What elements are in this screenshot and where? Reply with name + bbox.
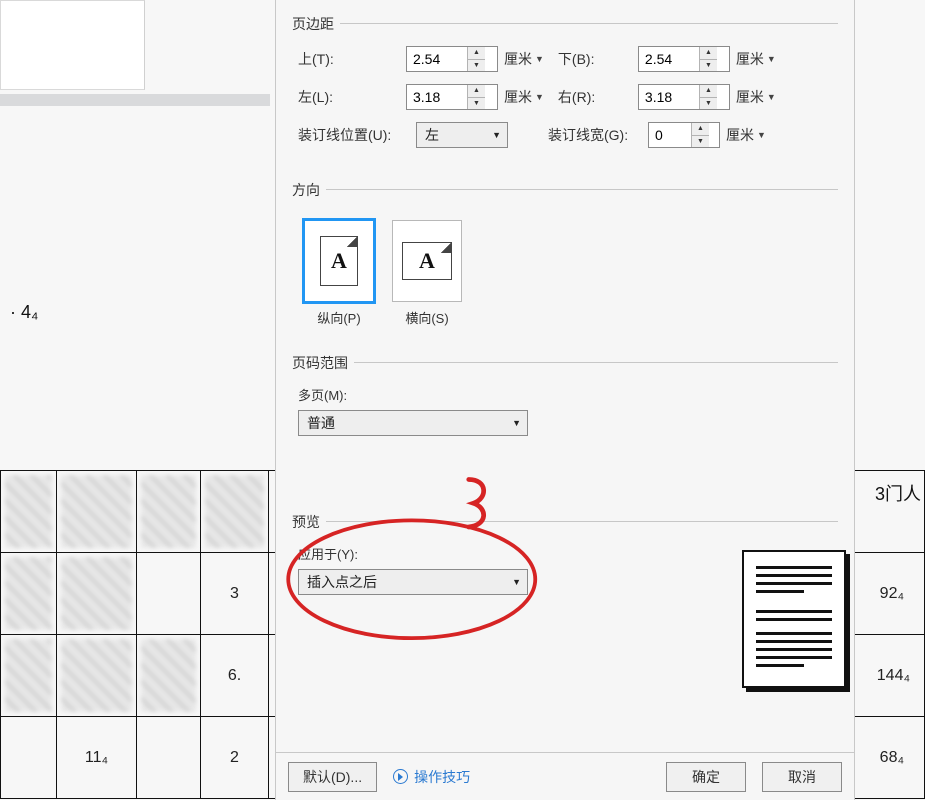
combo-value: 插入点之后: [307, 572, 377, 592]
spin-up-icon[interactable]: ▲: [468, 85, 485, 98]
bg-thumbnail: [0, 0, 145, 90]
spin-top[interactable]: ▲▼: [406, 46, 498, 72]
cell-value: 11₄: [57, 717, 137, 799]
tips-link[interactable]: 操作技巧: [393, 767, 470, 787]
label-gutter-pos: 装订线位置(U):: [298, 125, 416, 145]
label-multipage: 多页(M):: [298, 385, 832, 404]
legend-margins: 页边距: [292, 14, 340, 34]
label-left: 左(L):: [298, 87, 406, 107]
fieldset-orientation: 方向 A 纵向(P) A 横向(S): [292, 180, 838, 341]
combo-multipage[interactable]: 普通 ▼: [298, 410, 528, 436]
label-bottom: 下(B):: [558, 49, 638, 69]
spin-up-icon[interactable]: ▲: [700, 85, 717, 98]
label-top: 上(T):: [298, 49, 406, 69]
orientation-landscape[interactable]: A 横向(S): [392, 220, 462, 327]
combo-gutter-pos[interactable]: 左 ▼: [416, 122, 508, 148]
chevron-down-icon: ▼: [535, 54, 544, 64]
unit-dropdown[interactable]: 厘米▼: [736, 87, 776, 107]
spin-down-icon[interactable]: ▼: [692, 136, 709, 148]
play-circle-icon: [393, 769, 408, 784]
legend-orientation: 方向: [292, 180, 326, 200]
unit-dropdown[interactable]: 厘米▼: [504, 49, 544, 69]
combo-apply-to[interactable]: 插入点之后 ▼: [298, 569, 528, 595]
landscape-icon: A: [392, 220, 462, 302]
default-button[interactable]: 默认(D)...: [288, 762, 377, 792]
spin-down-icon[interactable]: ▼: [700, 60, 717, 72]
bg-divider-strip: [0, 94, 270, 106]
chevron-down-icon: ▼: [767, 92, 776, 102]
unit-dropdown[interactable]: 厘米▼: [726, 125, 766, 145]
chevron-down-icon: ▼: [492, 130, 501, 140]
orientation-portrait[interactable]: A 纵向(P): [304, 220, 374, 327]
spin-right[interactable]: ▲▼: [638, 84, 730, 110]
input-gutter-width[interactable]: [649, 123, 691, 147]
spin-bottom[interactable]: ▲▼: [638, 46, 730, 72]
legend-page-range: 页码范围: [292, 353, 354, 373]
unit-dropdown[interactable]: 厘米▼: [736, 49, 776, 69]
bg-side-text: · 4₄: [10, 302, 38, 323]
portrait-label: 纵向(P): [304, 308, 374, 327]
spin-down-icon[interactable]: ▼: [468, 98, 485, 110]
preview-thumbnail: [742, 550, 846, 688]
unit-dropdown[interactable]: 厘米▼: [504, 87, 544, 107]
chevron-down-icon: ▼: [512, 577, 521, 587]
fieldset-page-range: 页码范围 多页(M): 普通 ▼: [292, 353, 838, 444]
portrait-icon: A: [304, 220, 374, 302]
combo-value: 普通: [307, 413, 335, 433]
chevron-down-icon: ▼: [767, 54, 776, 64]
button-bar: 默认(D)... 操作技巧 确定 取消: [276, 752, 854, 800]
input-bottom[interactable]: [639, 47, 699, 71]
landscape-label: 横向(S): [392, 308, 462, 327]
input-left[interactable]: [407, 85, 467, 109]
cell-value: 6.: [201, 635, 269, 717]
cancel-button[interactable]: 取消: [762, 762, 842, 792]
spin-up-icon[interactable]: ▲: [692, 123, 709, 136]
cell-value: 2: [201, 717, 269, 799]
chevron-down-icon: ▼: [512, 418, 521, 428]
legend-preview: 预览: [292, 512, 326, 532]
chevron-down-icon: ▼: [535, 92, 544, 102]
spin-gutter-width[interactable]: ▲▼: [648, 122, 720, 148]
ok-button[interactable]: 确定: [666, 762, 746, 792]
cell-value: 3: [201, 553, 269, 635]
spin-down-icon[interactable]: ▼: [700, 98, 717, 110]
input-top[interactable]: [407, 47, 467, 71]
label-right: 右(R):: [558, 87, 638, 107]
label-gutter-width: 装订线宽(G):: [548, 125, 648, 145]
spin-down-icon[interactable]: ▼: [468, 60, 485, 72]
fieldset-margins: 页边距 上(T): ▲▼ 厘米▼ 下(B): ▲▼ 厘米▼ 左(L):: [292, 14, 838, 168]
combo-value: 左: [425, 125, 439, 145]
page-setup-dialog: 页边距 上(T): ▲▼ 厘米▼ 下(B): ▲▼ 厘米▼ 左(L):: [275, 0, 855, 800]
spin-up-icon[interactable]: ▲: [468, 47, 485, 60]
input-right[interactable]: [639, 85, 699, 109]
spin-left[interactable]: ▲▼: [406, 84, 498, 110]
chevron-down-icon: ▼: [757, 130, 766, 140]
spin-up-icon[interactable]: ▲: [700, 47, 717, 60]
